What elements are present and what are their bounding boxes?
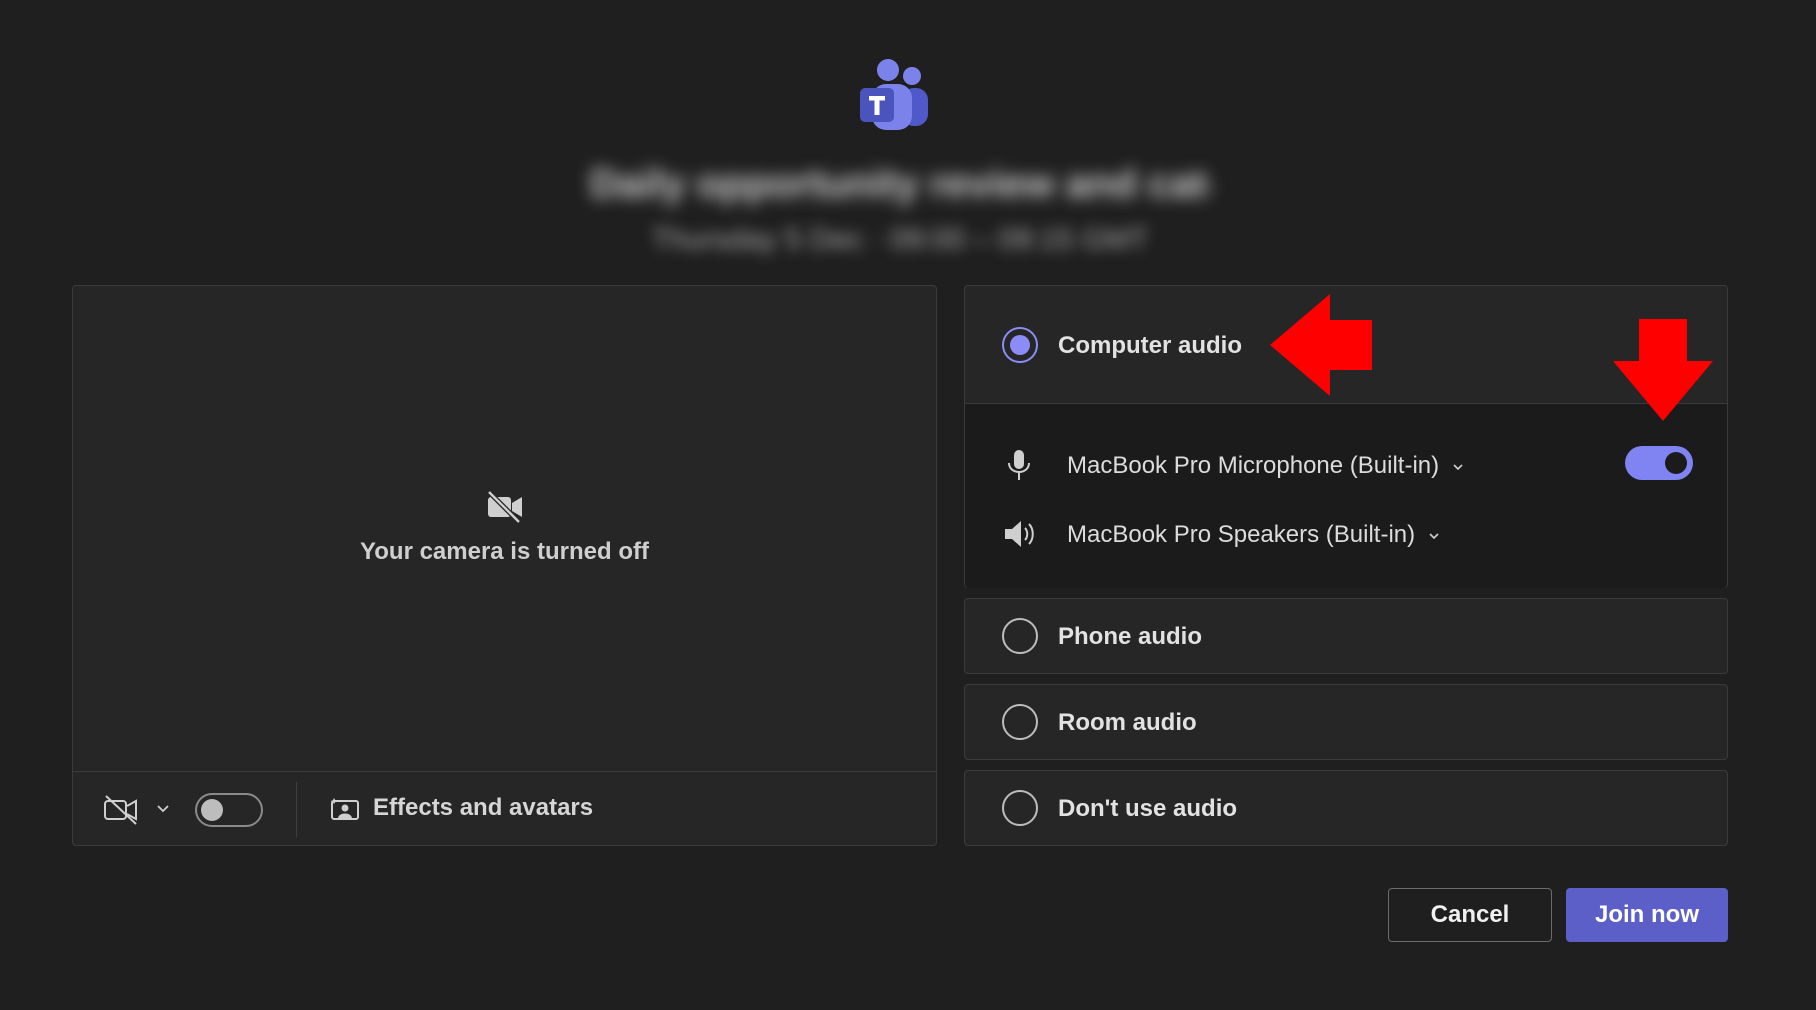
toolbar-divider [296,782,297,837]
microphone-chevron-icon [1453,464,1463,470]
camera-toggle[interactable] [195,793,263,827]
computer-audio-label: Computer audio [1058,332,1242,359]
annotation-arrow-down-icon [1613,319,1713,421]
meeting-time: Thursday 5 Dec · 09:00 – 09:15 GMT [651,223,1149,256]
camera-preview-panel: Your camera is turned off Effects and av… [72,285,937,846]
radio-selected-dot [1010,335,1030,355]
meeting-title: Daily opportunity review and catch-up [590,162,1210,206]
room-audio-option[interactable]: Room audio [964,684,1728,760]
room-audio-label: Room audio [1058,709,1197,736]
microphone-name: MacBook Pro Microphone (Built-in) [1067,452,1440,479]
phone-audio-option[interactable]: Phone audio [964,598,1728,674]
computer-audio-radio[interactable] [1002,327,1038,363]
phone-audio-radio[interactable] [1002,618,1038,654]
microphone-toggle-knob [1665,452,1687,474]
no-audio-radio[interactable] [1002,790,1038,826]
speakers-name: MacBook Pro Speakers (Built-in) [1067,521,1416,548]
camera-off-icon [487,490,522,524]
camera-off-message: Your camera is turned off [360,538,649,565]
speakers-select[interactable]: MacBook Pro Speakers (Built-in) [1067,521,1441,549]
no-audio-label: Don't use audio [1058,795,1238,822]
microphone-toggle[interactable] [1625,446,1693,480]
speakers-row: MacBook Pro Speakers (Built-in) [965,508,1727,558]
phone-audio-label: Phone audio [1058,623,1202,650]
effects-avatars-button[interactable]: Effects and avatars [373,794,593,822]
audio-devices-section: MacBook Pro Microphone (Built-in) MacBoo… [965,404,1727,588]
speakers-chevron-icon [1429,533,1439,539]
video-preview: Your camera is turned off [73,286,936,772]
join-now-button[interactable]: Join now [1566,888,1728,942]
no-audio-option[interactable]: Don't use audio [964,770,1728,846]
cancel-button[interactable]: Cancel [1388,888,1552,942]
camera-options-chevron-icon[interactable] [155,800,171,816]
camera-toolbar: Effects and avatars [73,772,936,847]
camera-off-toggle-icon[interactable] [103,794,139,826]
camera-toggle-knob [201,799,223,821]
speaker-icon [1005,521,1034,547]
pre-join-screen: Daily opportunity review and catch-up Th… [0,0,1816,1010]
room-audio-radio[interactable] [1002,704,1038,740]
microphone-row: MacBook Pro Microphone (Built-in) [965,439,1727,489]
teams-logo-icon [860,59,928,130]
microphone-icon [1008,450,1030,480]
annotation-arrow-left-icon [1270,294,1372,396]
microphone-select[interactable]: MacBook Pro Microphone (Built-in) [1067,452,1465,480]
effects-avatars-icon[interactable] [329,796,361,822]
